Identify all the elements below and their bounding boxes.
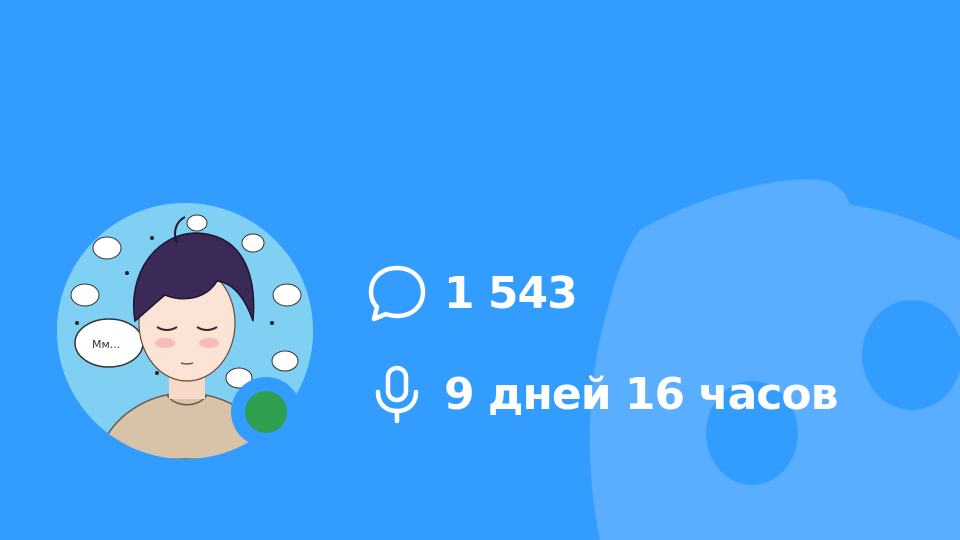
status-indicator — [231, 377, 301, 447]
svg-text:Мм...: Мм... — [92, 338, 120, 351]
messages-count: 1 543 — [444, 267, 578, 319]
microphone-icon — [366, 363, 428, 425]
voice-time-value: 9 дней 16 часов — [444, 368, 838, 420]
status-online-dot — [245, 391, 287, 433]
messages-stat: 1 543 — [366, 262, 578, 324]
chat-bubble-icon — [366, 262, 428, 324]
avatar-container[interactable]: Мм... — [57, 203, 313, 459]
voice-time-stat: 9 дней 16 часов — [366, 363, 838, 425]
